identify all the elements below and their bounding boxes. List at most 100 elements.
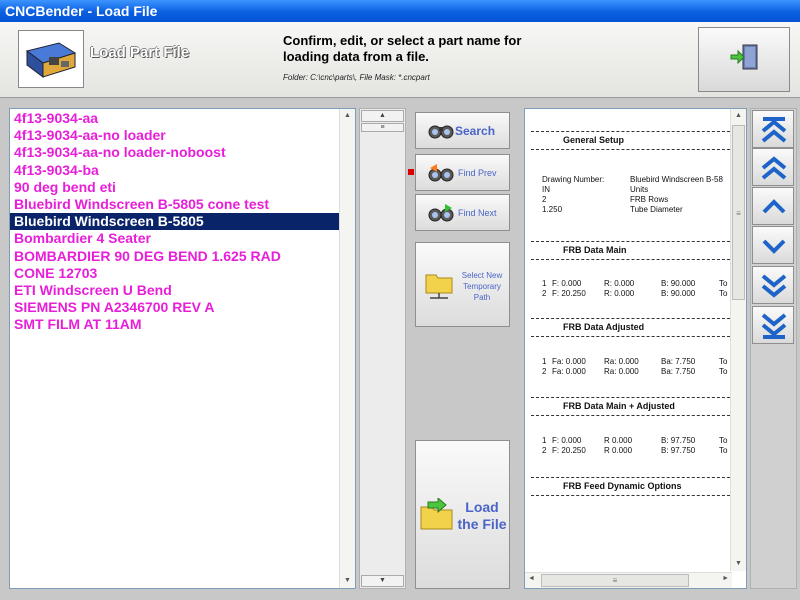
detail-cell: F: 20.250 xyxy=(552,446,586,455)
detail-cell: IN xyxy=(542,185,550,194)
search-button[interactable]: Search xyxy=(415,112,510,149)
file-list-item[interactable]: BOMBARDIER 90 DEG BEND 1.625 RAD xyxy=(10,248,355,265)
find-prev-label: Find Prev xyxy=(458,168,497,178)
scroll-up-icon[interactable]: ▲ xyxy=(340,109,355,123)
file-list-item[interactable]: Bluebird Windscreen B-5805 cone test xyxy=(10,196,355,213)
separator xyxy=(531,131,740,132)
details-horizontal-scrollbar[interactable]: ◄ ≡ ► xyxy=(525,572,732,588)
detail-cell: 1 xyxy=(542,279,547,288)
frb-main-rows: 1 F: 0.000 R: 0.000 B: 90.000 To 2 F: 20.250 R:… xyxy=(525,279,746,299)
middle-scrollbar[interactable]: ▲ ≡ ▼ xyxy=(359,108,406,589)
frb-adjusted-title: FRB Data Adjusted xyxy=(563,322,645,332)
detail-cell: To xyxy=(719,446,728,455)
detail-cell: F: 0.000 xyxy=(552,279,582,288)
detail-cell: B: 97.750 xyxy=(661,446,696,455)
detail-cell: Fa: 0.000 xyxy=(552,367,586,376)
scroll-down-icon[interactable]: ▼ xyxy=(340,574,355,588)
file-list-item[interactable]: Bombardier 4 Seater xyxy=(10,230,355,247)
part-file-logo xyxy=(18,30,84,88)
details-vertical-scrollbar[interactable]: ▲ ≡ ▼ xyxy=(730,109,746,571)
detail-cell: Fa: 0.000 xyxy=(552,357,586,366)
middle-scroll-down-icon[interactable]: ▼ xyxy=(361,575,404,587)
detail-cell: To xyxy=(719,279,728,288)
detail-row: 2 Fa: 0.000 Ra: 0.000 Ba: 7.750 To xyxy=(525,367,746,377)
find-prev-button[interactable]: Find Prev xyxy=(415,154,510,191)
file-list-item[interactable]: SMT FILM AT 11AM xyxy=(10,316,355,333)
search-label: Search xyxy=(455,124,496,138)
general-setup-title: General Setup xyxy=(563,135,625,145)
detail-cell: R 0.000 xyxy=(604,446,633,455)
binoculars-right-icon xyxy=(428,204,454,222)
details-scroll-up-icon[interactable]: ▲ xyxy=(731,109,746,123)
detail-cell: B: 90.000 xyxy=(661,289,696,298)
detail-cell: To xyxy=(719,357,728,366)
chevron-down-icon xyxy=(762,239,786,254)
detail-row: 1 F: 0.000 R: 0.000 B: 90.000 To xyxy=(525,279,746,289)
file-list-item[interactable]: 4f13-9034-ba xyxy=(10,162,355,179)
detail-cell: Ra: 0.000 xyxy=(604,357,639,366)
file-list-item[interactable]: 4f13-9034-aa-no loader-noboost xyxy=(10,144,355,161)
find-next-label: Find Next xyxy=(458,208,497,218)
detail-cell: R: 0.000 xyxy=(604,279,635,288)
file-rows: 4f13-9034-aa 4f13-9034-aa-no loader 4f13-9… xyxy=(10,109,355,333)
detail-row: IN Units xyxy=(525,185,746,195)
separator xyxy=(531,318,740,319)
line-up-button[interactable] xyxy=(752,187,794,225)
exit-button[interactable] xyxy=(698,27,790,92)
folder-network-icon xyxy=(425,274,453,299)
middle-scroll-up-icon[interactable]: ▲ xyxy=(361,110,404,122)
detail-cell: To xyxy=(719,289,728,298)
position-marker xyxy=(408,169,414,175)
detail-cell: Ba: 7.750 xyxy=(661,357,696,366)
chevron-up-icon xyxy=(762,199,786,214)
detail-cell: Bluebird Windscreen B-58 xyxy=(630,175,723,184)
file-list[interactable]: 4f13-9034-aa 4f13-9034-aa-no loader 4f13-9… xyxy=(9,108,356,589)
file-list-item[interactable]: 90 deg bend eti xyxy=(10,179,355,196)
separator xyxy=(531,397,740,398)
exit-door-icon xyxy=(730,44,758,70)
details-scroll-right-icon[interactable]: ► xyxy=(722,575,729,582)
select-temporary-path-button[interactable]: Select New Temporary Path xyxy=(415,242,510,327)
middle-scroll-thumb[interactable]: ≡ xyxy=(361,123,404,132)
line-down-button[interactable] xyxy=(752,226,794,264)
separator xyxy=(531,495,740,496)
detail-row: 1.250 Tube Diameter xyxy=(525,205,746,215)
frb-main-title: FRB Data Main xyxy=(563,245,627,255)
detail-cell: 1 xyxy=(542,436,547,445)
details-scroll-left-icon[interactable]: ◄ xyxy=(528,575,535,582)
details-scroll-thumb[interactable]: ≡ xyxy=(732,125,745,300)
file-list-item[interactable]: ETI Windscreen U Bend xyxy=(10,282,355,299)
file-list-item[interactable]: 4f13-9034-aa-no loader xyxy=(10,127,355,144)
binoculars-left-icon xyxy=(428,164,454,182)
file-list-item[interactable]: SIEMENS PN A2346700 REV A xyxy=(10,299,355,316)
detail-cell: B: 97.750 xyxy=(661,436,696,445)
detail-cell: Ra: 0.000 xyxy=(604,367,639,376)
file-details-panel[interactable]: General Setup Drawing Number: Bluebird Wi… xyxy=(524,108,747,589)
window-title: CNCBender - Load File xyxy=(5,3,158,19)
detail-cell: R: 0.000 xyxy=(604,289,635,298)
detail-row: 1 F: 0.000 R 0.000 B: 97.750 To xyxy=(525,436,746,446)
detail-cell: R 0.000 xyxy=(604,436,633,445)
detail-cell: 2 xyxy=(542,446,547,455)
detail-cell: 1.250 xyxy=(542,205,563,214)
detail-cell: F: 20.250 xyxy=(552,289,586,298)
binoculars-icon xyxy=(428,125,454,139)
load-file-button[interactable]: Load the File xyxy=(415,440,510,589)
scroll-to-bottom-button[interactable] xyxy=(752,306,794,344)
file-list-item[interactable]: Bluebird Windscreen B-5805 xyxy=(10,213,355,231)
page-up-button[interactable] xyxy=(752,148,794,186)
page-down-button[interactable] xyxy=(752,266,794,304)
details-hscroll-thumb[interactable]: ≡ xyxy=(541,574,689,587)
file-list-item[interactable]: 4f13-9034-aa xyxy=(10,110,355,127)
frb-adjusted-rows: 1 Fa: 0.000 Ra: 0.000 Ba: 7.750 To 2 Fa: 0.000… xyxy=(525,357,746,377)
scroll-to-top-button[interactable] xyxy=(752,110,794,148)
instructions-text: Confirm, edit, or select a part name for… xyxy=(283,33,522,64)
find-next-button[interactable]: Find Next xyxy=(415,194,510,231)
detail-row: 2 F: 20.250 R: 0.000 B: 90.000 To xyxy=(525,289,746,299)
detail-row: 2 F: 20.250 R 0.000 B: 97.750 To xyxy=(525,446,746,456)
detail-row: 2 FRB Rows xyxy=(525,195,746,205)
details-scroll-down-icon[interactable]: ▼ xyxy=(731,557,746,571)
file-list-item[interactable]: CONE 12703 xyxy=(10,265,355,282)
file-list-scrollbar[interactable]: ▲ ▼ xyxy=(339,109,355,588)
detail-cell: To xyxy=(719,436,728,445)
